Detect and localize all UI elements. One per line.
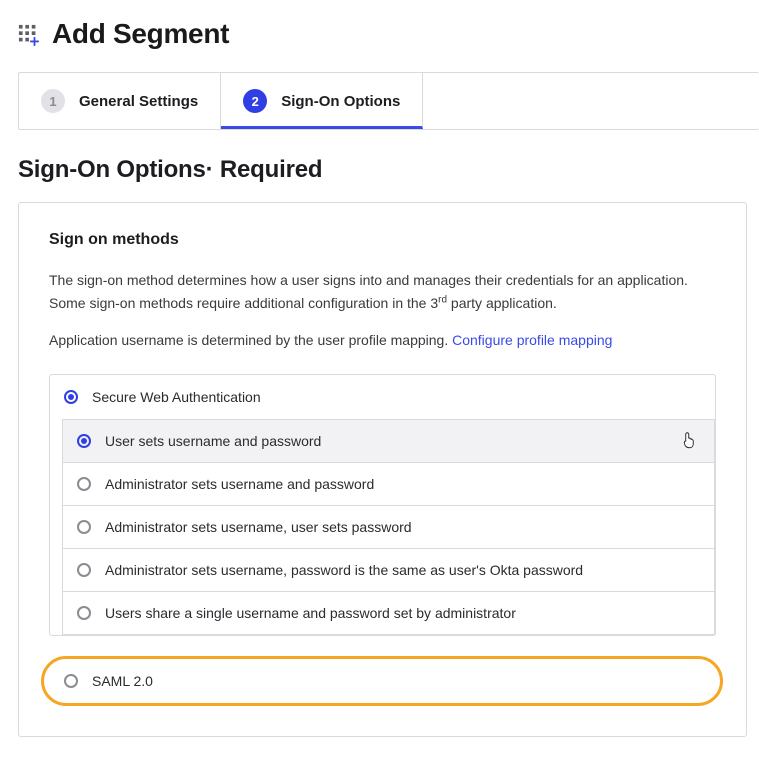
radio-label-admin-user-split: Administrator sets username, user sets p… <box>105 519 412 535</box>
radio-admin-okta-pw[interactable]: Administrator sets username, password is… <box>63 549 714 592</box>
step-badge-2: 2 <box>243 89 267 113</box>
cursor-pointer-icon <box>680 432 696 450</box>
tab-general-settings[interactable]: 1 General Settings <box>19 73 221 129</box>
radio-saml[interactable]: SAML 2.0 <box>48 661 716 701</box>
saml-highlight: SAML 2.0 <box>41 656 723 706</box>
radio-input-saml[interactable] <box>64 674 78 688</box>
signon-card: Sign on methods The sign-on method deter… <box>18 202 747 737</box>
radio-shared-creds[interactable]: Users share a single username and passwo… <box>63 592 714 634</box>
radio-label-shared-creds: Users share a single username and passwo… <box>105 605 516 621</box>
radio-input-swa[interactable] <box>64 390 78 404</box>
signon-description-1: The sign-on method determines how a user… <box>49 269 716 315</box>
swa-suboptions: User sets username and password Administ… <box>62 419 715 635</box>
radio-label-admin-sets-both: Administrator sets username and password <box>105 476 374 492</box>
tab-label-general: General Settings <box>79 93 198 110</box>
radio-admin-user-split[interactable]: Administrator sets username, user sets p… <box>63 506 714 549</box>
radio-label-saml: SAML 2.0 <box>92 673 153 689</box>
signon-method-panel: Secure Web Authentication User sets user… <box>49 374 716 636</box>
radio-input-admin-okta-pw[interactable] <box>77 563 91 577</box>
wizard-tabs: 1 General Settings 2 Sign-On Options <box>18 72 759 130</box>
radio-secure-web-auth[interactable]: Secure Web Authentication <box>50 375 715 419</box>
tab-label-signon: Sign-On Options <box>281 93 400 110</box>
radio-label-swa: Secure Web Authentication <box>92 389 261 405</box>
radio-user-sets[interactable]: User sets username and password <box>63 420 714 463</box>
radio-input-admin-sets-both[interactable] <box>77 477 91 491</box>
radio-label-admin-okta-pw: Administrator sets username, password is… <box>105 562 583 578</box>
tab-sign-on-options[interactable]: 2 Sign-On Options <box>221 73 423 129</box>
radio-input-user-sets[interactable] <box>77 434 91 448</box>
step-badge-1: 1 <box>41 89 65 113</box>
card-subheading: Sign on methods <box>49 231 716 249</box>
app-grid-add-icon <box>18 24 40 46</box>
radio-admin-sets-both[interactable]: Administrator sets username and password <box>63 463 714 506</box>
radio-input-shared-creds[interactable] <box>77 606 91 620</box>
section-heading: Sign-On Options· Required <box>18 156 759 184</box>
signon-description-2: Application username is determined by th… <box>49 329 716 352</box>
page-title: Add Segment <box>52 18 229 50</box>
configure-profile-mapping-link[interactable]: Configure profile mapping <box>452 332 612 348</box>
radio-input-admin-user-split[interactable] <box>77 520 91 534</box>
radio-label-user-sets: User sets username and password <box>105 433 321 449</box>
